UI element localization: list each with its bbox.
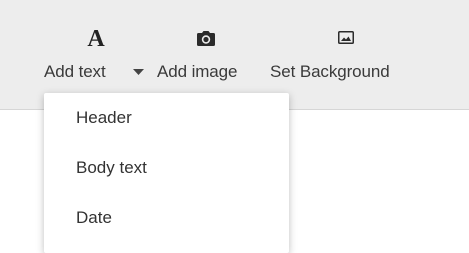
camera-icon <box>197 31 215 46</box>
image-icon <box>338 31 354 44</box>
letter-a-icon: A <box>87 26 105 48</box>
menu-item-body-text[interactable]: Body text <box>44 143 289 193</box>
caret-down-icon <box>133 69 144 75</box>
menu-item-date[interactable]: Date <box>44 193 289 243</box>
add-text-label: Add text <box>44 62 106 81</box>
set-background-button[interactable]: Set Background <box>270 0 425 110</box>
add-image-label: Add image <box>157 62 238 81</box>
menu-item-header[interactable]: Header <box>44 93 289 143</box>
add-text-dropdown-menu: Header Body text Date <box>44 93 289 253</box>
svg-text:A: A <box>87 26 105 48</box>
set-background-label: Set Background <box>270 62 390 81</box>
